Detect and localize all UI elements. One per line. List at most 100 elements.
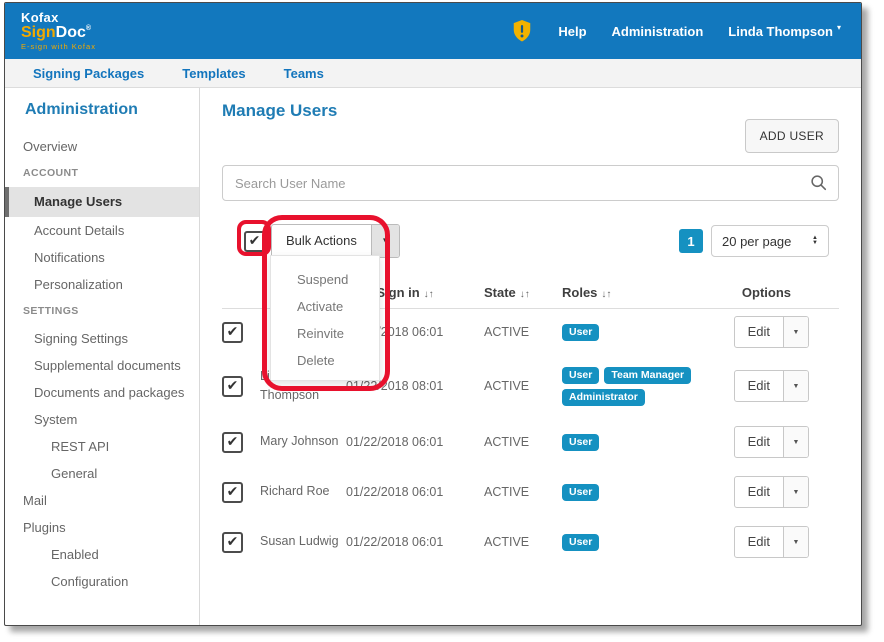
bulk-menu-item-reinvite[interactable]: Reinvite — [271, 320, 379, 347]
bulk-actions-button[interactable]: Bulk Actions ▼ — [271, 224, 400, 258]
roles-cell: User — [562, 434, 734, 451]
last-sign-in-cell: 01/22/2018 06:01 — [346, 485, 484, 499]
sidebar-item-enabled[interactable]: Enabled — [5, 541, 199, 568]
edit-dropdown-button[interactable]: ▼ — [783, 427, 808, 457]
roles-cell: User — [562, 484, 734, 501]
sidebar: Administration OverviewACCOUNTManage Use… — [5, 88, 200, 625]
warning-shield-icon[interactable] — [511, 19, 533, 43]
per-page-value: 20 per page — [722, 234, 791, 249]
logo-signdoc-text: SignDoc® — [21, 25, 96, 42]
row-checkbox[interactable]: ✔ — [222, 432, 243, 453]
per-page-select[interactable]: 20 per page ▲▼ — [711, 225, 829, 257]
state-cell: ACTIVE — [484, 379, 562, 393]
select-arrows-icon: ▲▼ — [812, 236, 818, 246]
roles-cell: User — [562, 534, 734, 551]
edit-dropdown-button[interactable]: ▼ — [783, 477, 808, 507]
caret-down-icon: ▼ — [381, 237, 389, 245]
sort-icon: ↓↑ — [601, 289, 611, 300]
edit-button[interactable]: Edit — [735, 527, 783, 557]
sidebar-item-mail[interactable]: Mail — [5, 487, 199, 514]
table-toolbar: ✔ Bulk Actions ▼ 1 20 per page ▲▼ — [222, 223, 839, 259]
administration-link[interactable]: Administration — [612, 24, 704, 39]
column-header-options: Options — [742, 285, 809, 300]
bulk-menu-item-activate[interactable]: Activate — [271, 293, 379, 320]
main-nav: Signing Packages Templates Teams — [5, 59, 861, 88]
edit-button[interactable]: Edit — [735, 317, 783, 347]
bulk-menu-item-delete[interactable]: Delete — [271, 347, 379, 374]
state-cell: ACTIVE — [484, 485, 562, 499]
sidebar-item-general[interactable]: General — [5, 460, 199, 487]
last-sign-in-cell: 01/22/2018 06:01 — [346, 535, 484, 549]
state-cell: ACTIVE — [484, 325, 562, 339]
edit-split-button: Edit ▼ — [734, 426, 809, 458]
row-checkbox[interactable]: ✔ — [222, 376, 243, 397]
sidebar-item-notifications[interactable]: Notifications — [5, 244, 199, 271]
user-name: Linda Thompson — [728, 24, 833, 39]
chevron-down-icon: ▾ — [837, 23, 841, 32]
page-number-button[interactable]: 1 — [679, 229, 703, 253]
row-checkbox[interactable]: ✔ — [222, 322, 243, 343]
sidebar-item-plugins[interactable]: Plugins — [5, 514, 199, 541]
edit-button[interactable]: Edit — [735, 371, 783, 401]
row-checkbox[interactable]: ✔ — [222, 482, 243, 503]
last-sign-in-cell: 01/22/2018 06:01 — [346, 435, 484, 449]
checkmark-icon: ✔ — [227, 434, 239, 448]
sidebar-item-account: ACCOUNT — [5, 160, 199, 187]
edit-dropdown-button[interactable]: ▼ — [783, 317, 808, 347]
sidebar-item-manage-users[interactable]: Manage Users — [5, 187, 199, 217]
main-content: Manage Users ADD USER ✔ Bulk Actions — [200, 88, 861, 625]
edit-dropdown-button[interactable]: ▼ — [783, 527, 808, 557]
top-bar: Kofax SignDoc® E-sign with Kofax Help Ad… — [5, 3, 861, 59]
roles-cell: User — [562, 324, 734, 341]
sidebar-item-personalization[interactable]: Personalization — [5, 271, 199, 298]
search-input[interactable] — [222, 165, 839, 201]
caret-down-icon: ▼ — [793, 539, 800, 546]
edit-split-button: Edit ▼ — [734, 526, 809, 558]
help-link[interactable]: Help — [558, 24, 586, 39]
bulk-menu-item-suspend[interactable]: Suspend — [271, 266, 379, 293]
bulk-actions-dropdown-toggle[interactable]: ▼ — [371, 225, 399, 257]
sidebar-item-system[interactable]: System — [5, 406, 199, 433]
sidebar-item-rest-api[interactable]: REST API — [5, 433, 199, 460]
edit-button[interactable]: Edit — [735, 477, 783, 507]
caret-down-icon: ▼ — [793, 489, 800, 496]
sidebar-item-documents-and-packages[interactable]: Documents and packages — [5, 379, 199, 406]
nav-templates[interactable]: Templates — [182, 66, 245, 81]
sidebar-title: Administration — [25, 101, 199, 119]
top-bar-right: Help Administration Linda Thompson ▾ — [511, 19, 841, 43]
caret-down-icon: ▼ — [793, 439, 800, 446]
sidebar-item-overview[interactable]: Overview — [5, 133, 199, 160]
sidebar-item-supplemental-documents[interactable]: Supplemental documents — [5, 352, 199, 379]
edit-split-button: Edit ▼ — [734, 316, 809, 348]
table-row: ✔ Susan Ludwig 01/22/2018 06:01 ACTIVE U… — [222, 517, 839, 567]
page-body: Administration OverviewACCOUNTManage Use… — [5, 88, 861, 625]
nav-signing-packages[interactable]: Signing Packages — [33, 66, 144, 81]
nav-teams[interactable]: Teams — [284, 66, 324, 81]
roles-cell: UserTeam ManagerAdministrator — [562, 367, 734, 406]
pagination: 1 20 per page ▲▼ — [679, 225, 829, 257]
logo-tagline: E-sign with Kofax — [21, 43, 96, 51]
checkmark-icon: ✔ — [227, 484, 239, 498]
sidebar-item-account-details[interactable]: Account Details — [5, 217, 199, 244]
user-menu[interactable]: Linda Thompson ▾ — [728, 23, 841, 39]
sort-icon: ↓↑ — [520, 289, 530, 300]
last-sign-in-cell: 01/22/2018 08:01 — [346, 379, 484, 393]
table-row: ✔ Mary Johnson 01/22/2018 06:01 ACTIVE U… — [222, 417, 839, 467]
edit-split-button: Edit ▼ — [734, 370, 809, 402]
state-cell: ACTIVE — [484, 435, 562, 449]
select-all-checkbox[interactable]: ✔ — [244, 231, 265, 252]
column-header-state[interactable]: State↓↑ — [484, 285, 562, 300]
row-checkbox[interactable]: ✔ — [222, 532, 243, 553]
role-badge: User — [562, 534, 599, 551]
add-user-button[interactable]: ADD USER — [745, 119, 839, 153]
page-title: Manage Users — [222, 101, 839, 121]
sidebar-item-configuration[interactable]: Configuration — [5, 568, 199, 595]
edit-dropdown-button[interactable]: ▼ — [783, 371, 808, 401]
role-badge: Team Manager — [604, 367, 691, 384]
role-badge: User — [562, 434, 599, 451]
user-name-cell: Mary Johnson — [260, 432, 346, 451]
edit-button[interactable]: Edit — [735, 427, 783, 457]
search-icon[interactable] — [810, 174, 827, 196]
sidebar-item-signing-settings[interactable]: Signing Settings — [5, 325, 199, 352]
column-header-roles[interactable]: Roles↓↑ — [562, 285, 742, 300]
